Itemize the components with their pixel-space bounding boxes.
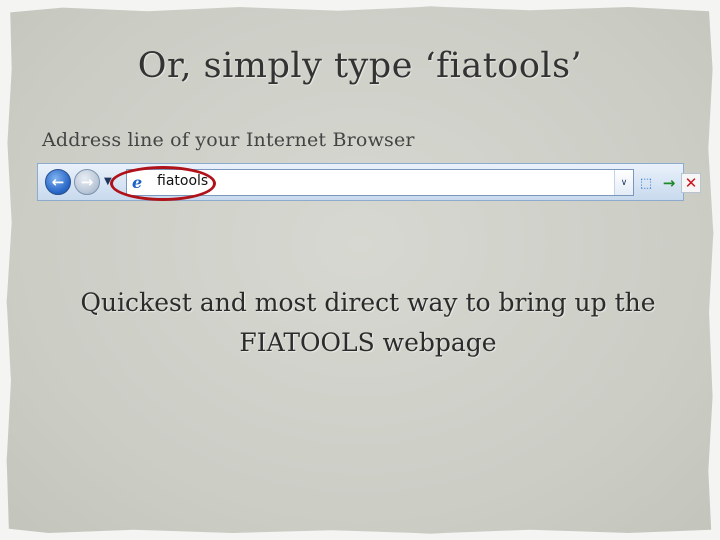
compatibility-view-icon[interactable]: ⬚ xyxy=(636,173,656,193)
body-line-1: Quickest and most direct way to bring up… xyxy=(80,288,656,317)
chevron-down-icon[interactable]: ∨ xyxy=(614,170,633,195)
stop-x-icon[interactable]: ✕ xyxy=(681,173,701,193)
slide-title: Or, simply type ‘fiatools’ xyxy=(137,46,583,86)
forward-glyph: → xyxy=(80,173,94,191)
address-line-caption: Address line of your Internet Browser xyxy=(42,129,415,151)
back-glyph: ← xyxy=(51,173,65,191)
highlight-oval xyxy=(110,166,216,201)
slide-body-text: Quickest and most direct way to bring up… xyxy=(0,283,720,363)
body-line-2: FIATOOLS webpage xyxy=(239,328,497,357)
go-arrow-icon[interactable]: → xyxy=(659,173,679,193)
forward-arrow-icon[interactable]: → xyxy=(74,169,100,195)
back-arrow-icon[interactable]: ← xyxy=(45,169,71,195)
